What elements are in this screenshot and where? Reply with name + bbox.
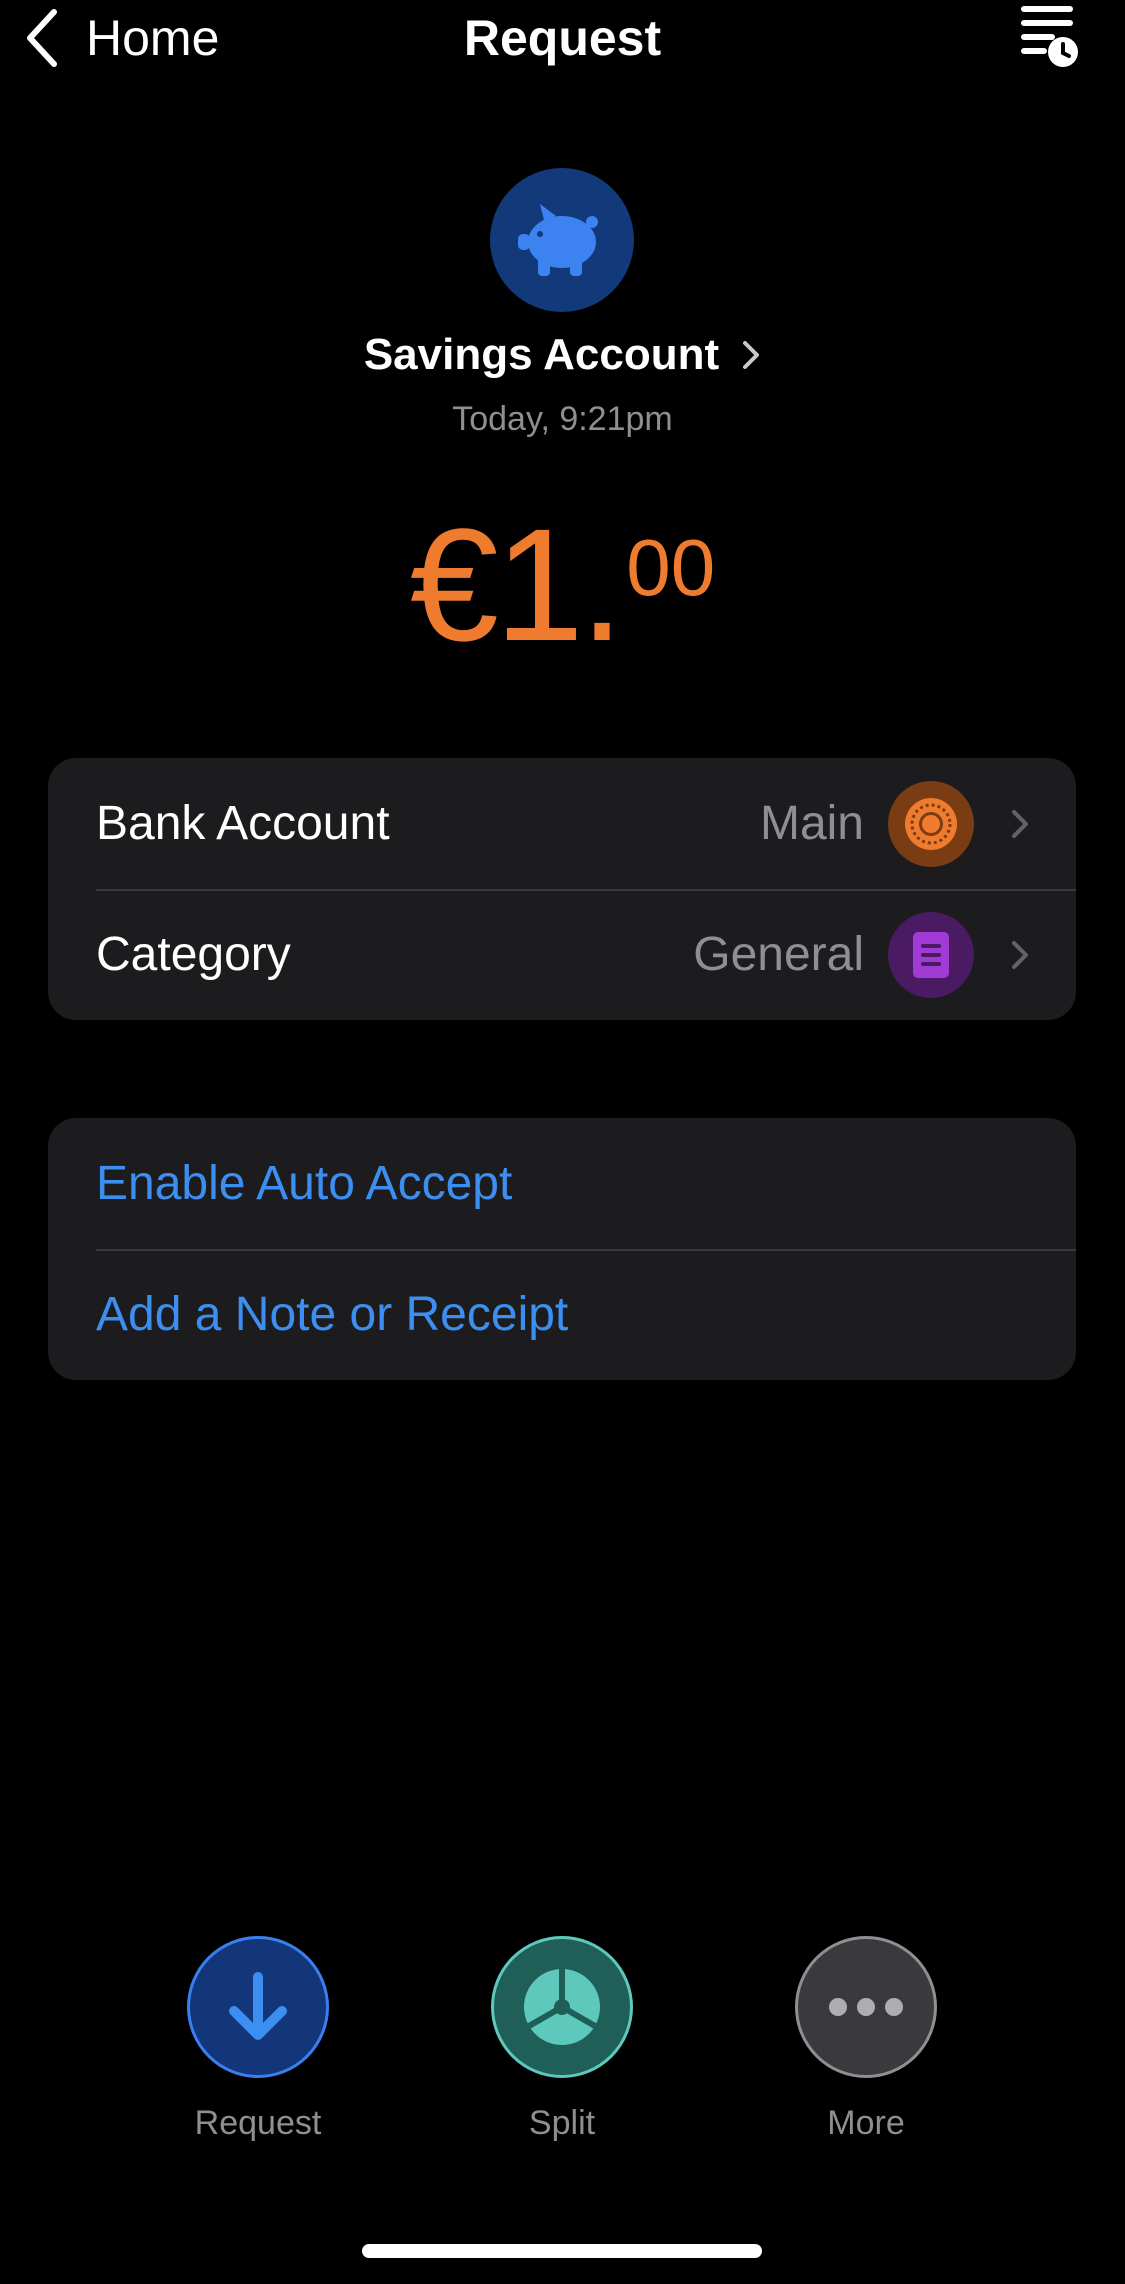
ellipsis-icon xyxy=(829,1998,903,2016)
bank-account-value: Main xyxy=(759,797,864,850)
request-action-button[interactable]: Request xyxy=(148,1936,368,2143)
more-action-label: More xyxy=(827,2104,905,2142)
chevron-right-icon xyxy=(1012,809,1028,838)
piggy-bank-icon xyxy=(518,204,598,276)
split-action-label: Split xyxy=(528,2104,596,2142)
request-action-label: Request xyxy=(194,2104,322,2142)
enable-auto-accept-link[interactable]: Enable Auto Accept xyxy=(96,1156,512,1211)
chevron-right-icon xyxy=(743,341,760,369)
account-avatar xyxy=(490,168,634,312)
request-action-circle[interactable] xyxy=(187,1936,329,2078)
add-note-link[interactable]: Add a Note or Receipt xyxy=(96,1287,568,1342)
details-group: Bank Account Main Category General xyxy=(48,758,1076,1020)
category-label: Category xyxy=(96,928,291,981)
category-value: General xyxy=(693,928,864,981)
amount-main: €1. xyxy=(409,495,624,674)
account-selector[interactable]: Savings Account xyxy=(0,330,1125,380)
category-row[interactable]: Category General xyxy=(48,889,1076,1020)
document-icon xyxy=(888,911,974,998)
bank-account-row[interactable]: Bank Account Main xyxy=(48,758,1076,889)
more-action-circle[interactable] xyxy=(795,1936,937,2078)
chevron-right-icon xyxy=(1012,940,1028,969)
home-indicator[interactable] xyxy=(362,2244,762,2258)
arrow-down-icon xyxy=(229,1972,287,2040)
page-title: Request xyxy=(463,10,662,66)
add-note-row[interactable]: Add a Note or Receipt xyxy=(48,1249,1076,1380)
amount-display[interactable]: €1. 00 xyxy=(0,495,1125,674)
enable-auto-accept-row[interactable]: Enable Auto Accept xyxy=(48,1118,1076,1249)
coin-icon xyxy=(888,780,974,867)
request-date: Today, 9:21pm xyxy=(452,400,673,438)
amount-decimals: 00 xyxy=(626,523,716,612)
split-action-button[interactable]: Split xyxy=(452,1936,672,2143)
list-clock-icon xyxy=(1021,6,1078,67)
more-action-button[interactable]: More xyxy=(756,1936,976,2143)
split-action-circle[interactable] xyxy=(491,1936,633,2078)
account-name: Savings Account xyxy=(363,330,720,379)
options-group: Enable Auto Accept Add a Note or Receipt xyxy=(48,1118,1076,1380)
navigation-bar: Home Request xyxy=(0,0,1125,80)
pie-split-icon xyxy=(524,1966,600,2045)
history-button[interactable] xyxy=(1017,0,1081,70)
bank-account-label: Bank Account xyxy=(96,797,390,850)
